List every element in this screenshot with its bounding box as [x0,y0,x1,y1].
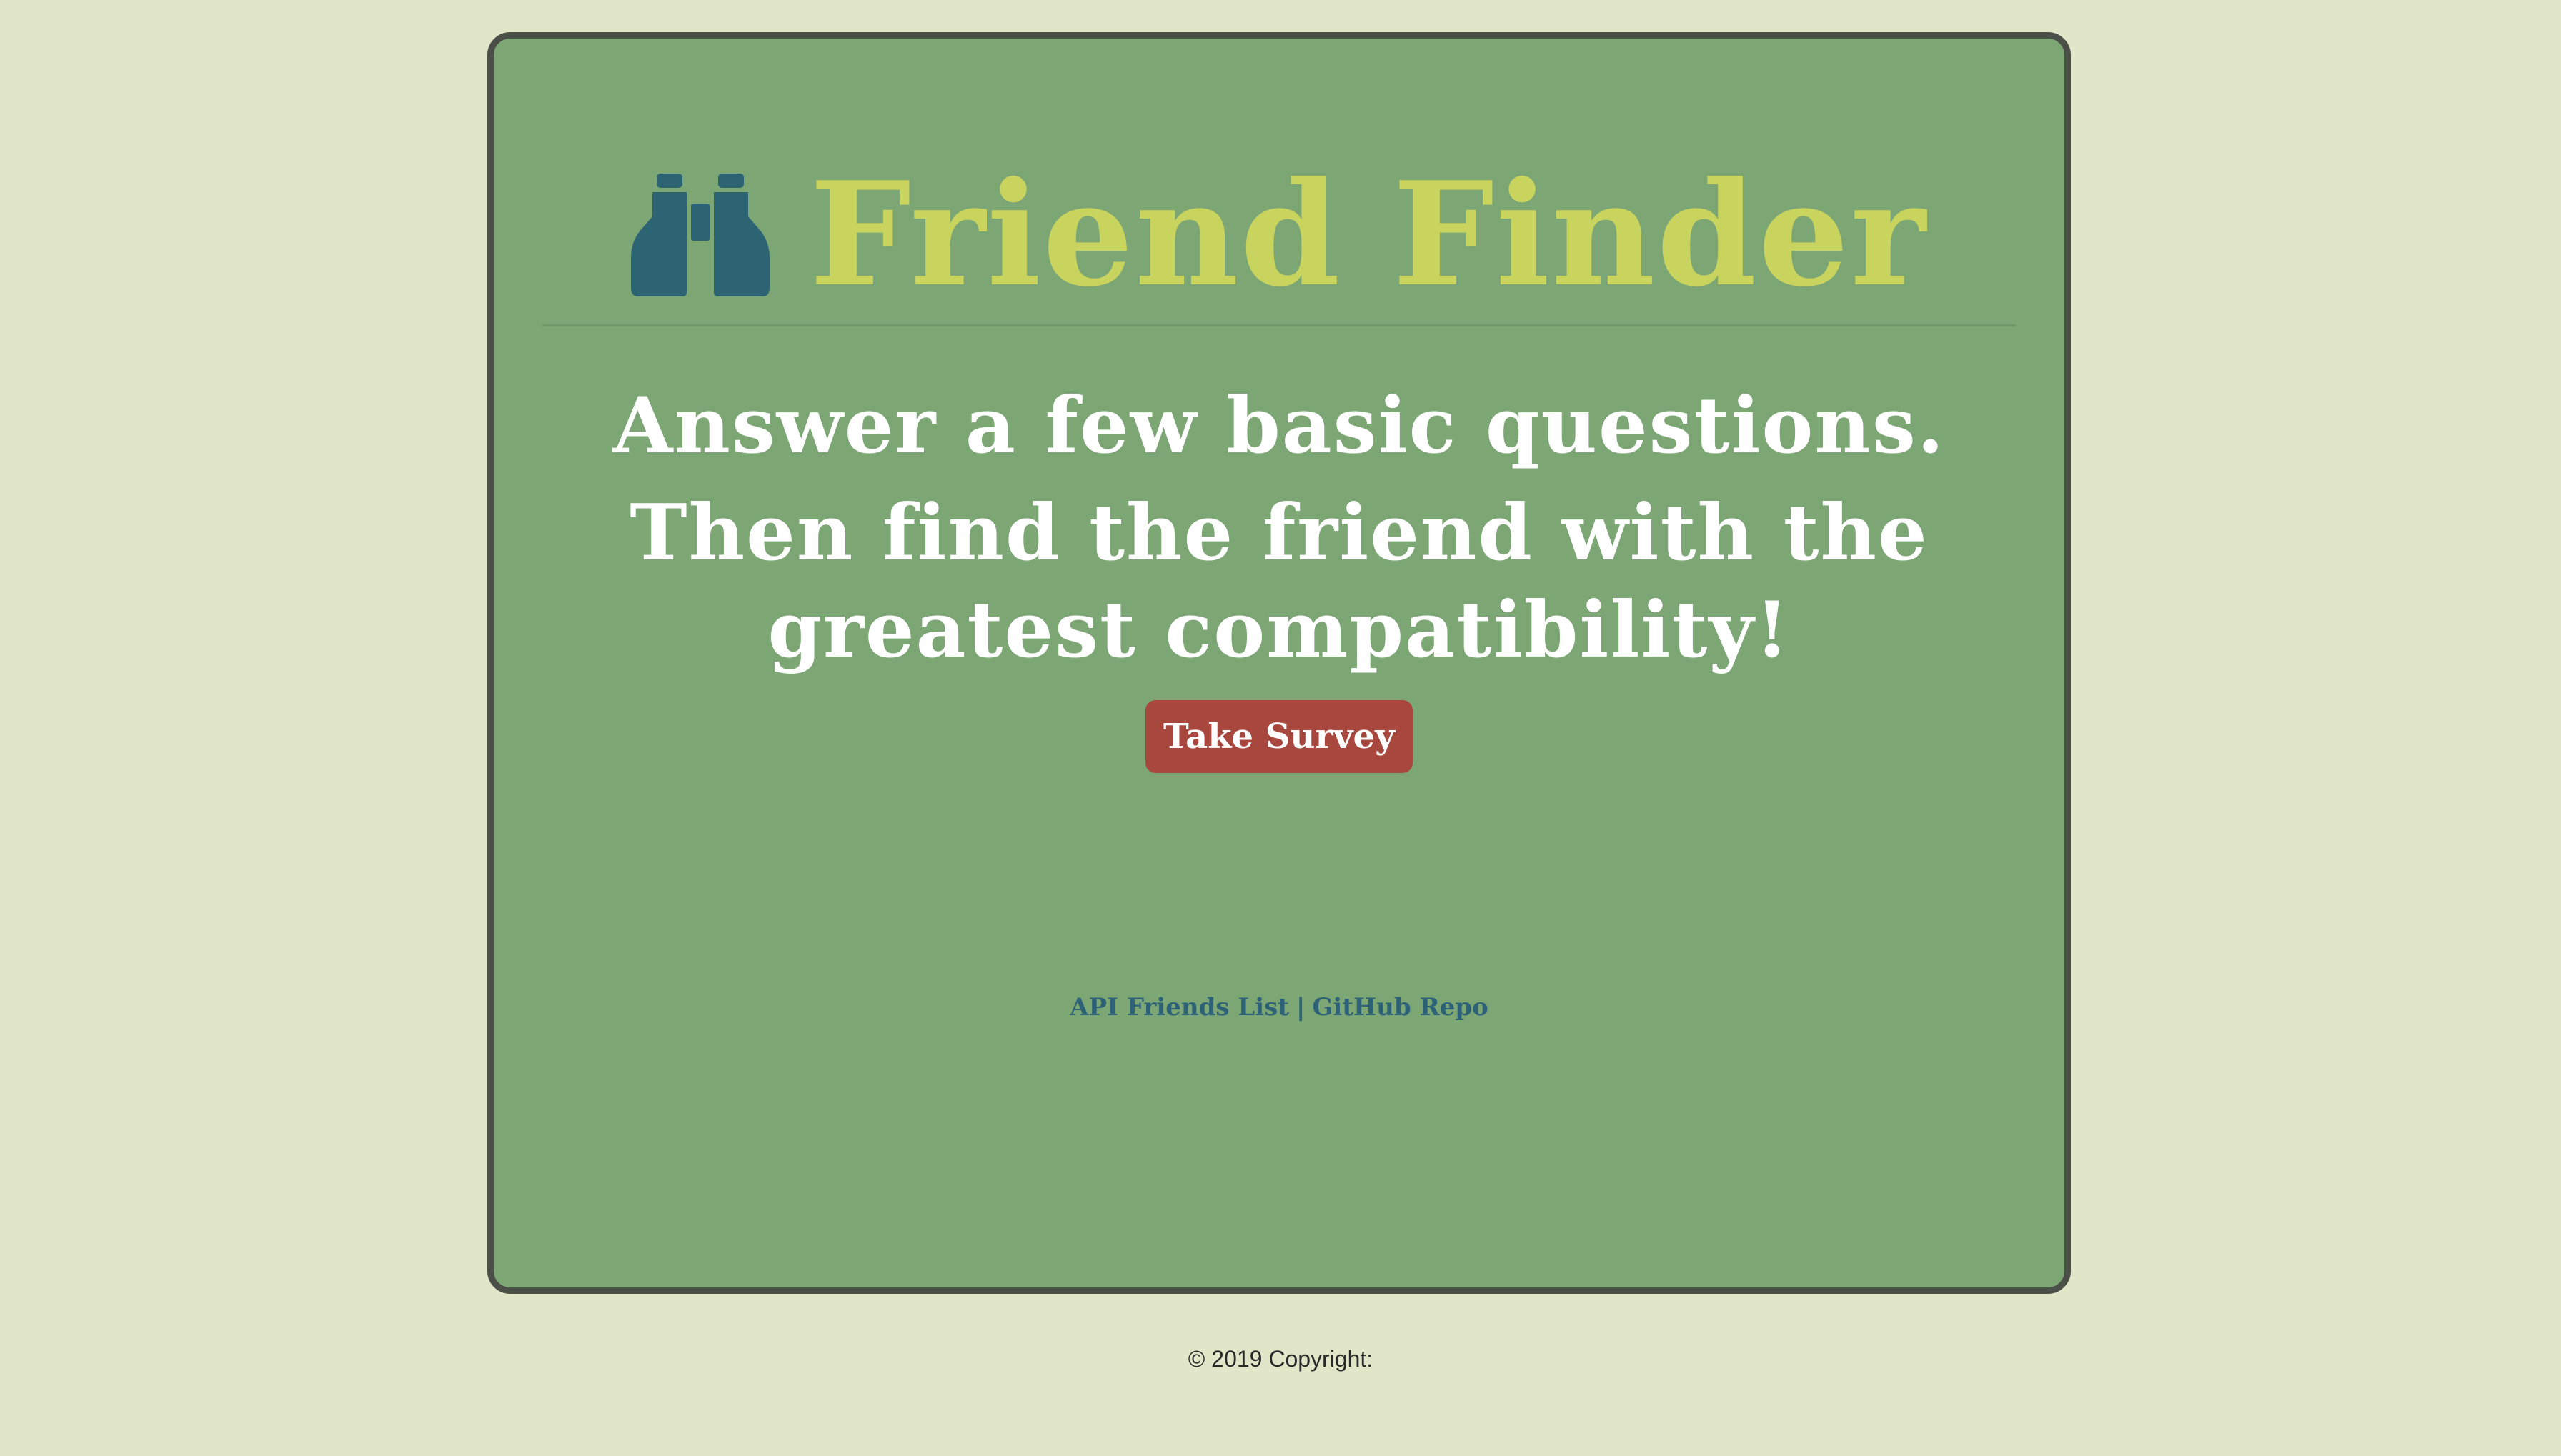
header-divider [542,324,2016,326]
github-repo-link[interactable]: GitHub Repo [1312,993,1488,1022]
footer-links: API Friends List | GitHub Repo [494,993,2064,1022]
lead-text-line1: Answer a few basic questions. [612,381,1946,471]
jumbotron-card: Friend Finder Answer a few basic questio… [487,32,2071,1294]
page-header: Friend Finder [494,146,2064,324]
api-friends-list-link[interactable]: API Friends List [1070,993,1289,1022]
binoculars-icon [631,174,770,296]
lead-text-line2: Then find the friend with the greatest c… [630,488,1929,675]
take-survey-button[interactable]: Take Survey [1145,700,1413,773]
survey-button-wrapper: Take Survey [494,700,2064,773]
copyright-footer: © 2019 Copyright: [1188,1346,1373,1372]
page-title: Friend Finder [810,151,1927,319]
link-separator: | [1296,993,1306,1022]
